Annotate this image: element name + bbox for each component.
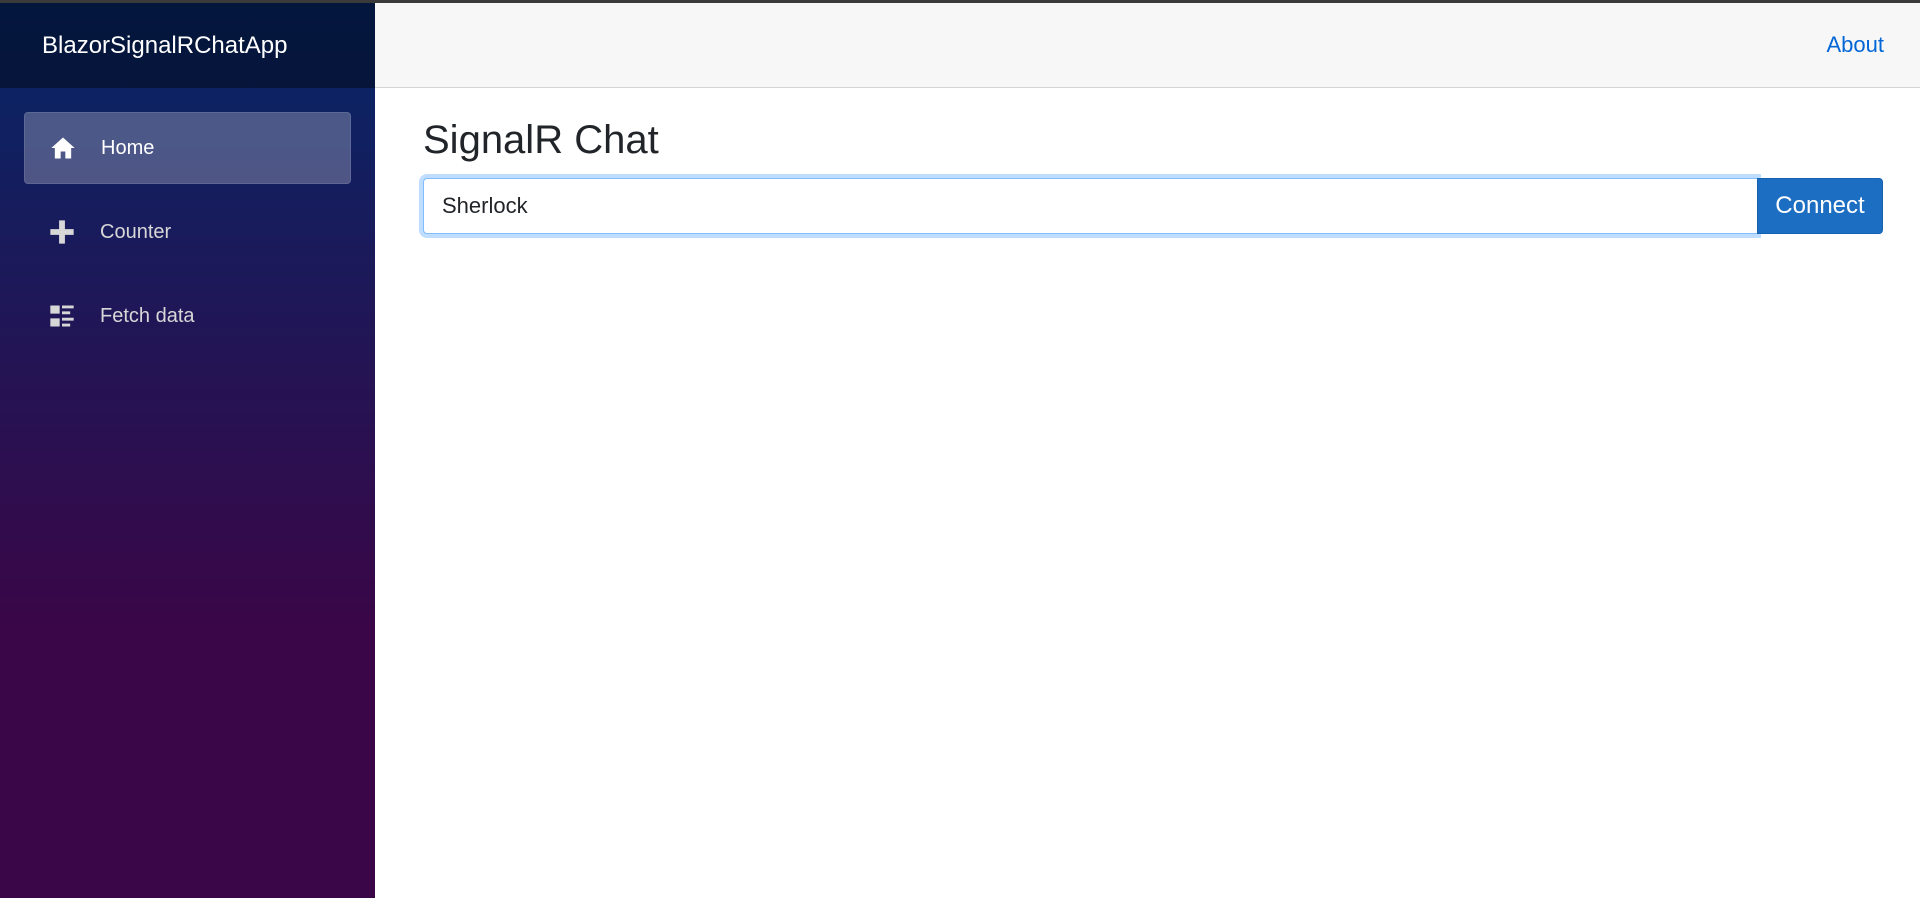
sidebar-item-label: Counter xyxy=(100,221,172,243)
sidebar-item-label: Home xyxy=(101,137,155,159)
brand-link[interactable]: BlazorSignalRChatApp xyxy=(42,32,287,60)
home-icon xyxy=(47,132,79,164)
sidebar-item-fetch-data[interactable]: Fetch data xyxy=(24,280,351,352)
connect-button[interactable]: Connect xyxy=(1757,178,1883,234)
page-title: SignalR Chat xyxy=(423,118,659,162)
plus-icon xyxy=(46,216,78,248)
connect-input-group: Connect xyxy=(423,178,1883,234)
sidebar-item-label: Fetch data xyxy=(100,305,195,327)
main-area: About SignalR Chat Connect xyxy=(375,3,1920,898)
sidebar: BlazorSignalRChatApp Home Counter Fetch … xyxy=(0,3,375,898)
about-link[interactable]: About xyxy=(1827,32,1885,58)
content: SignalR Chat Connect xyxy=(375,88,1920,234)
top-row: About xyxy=(375,3,1920,88)
nav-menu: Home Counter Fetch data xyxy=(0,88,375,352)
sidebar-item-counter[interactable]: Counter xyxy=(24,196,351,268)
sidebar-item-home[interactable]: Home xyxy=(24,112,351,184)
list-icon xyxy=(46,300,78,332)
username-input[interactable] xyxy=(423,178,1757,234)
brand-bar: BlazorSignalRChatApp xyxy=(0,3,375,88)
